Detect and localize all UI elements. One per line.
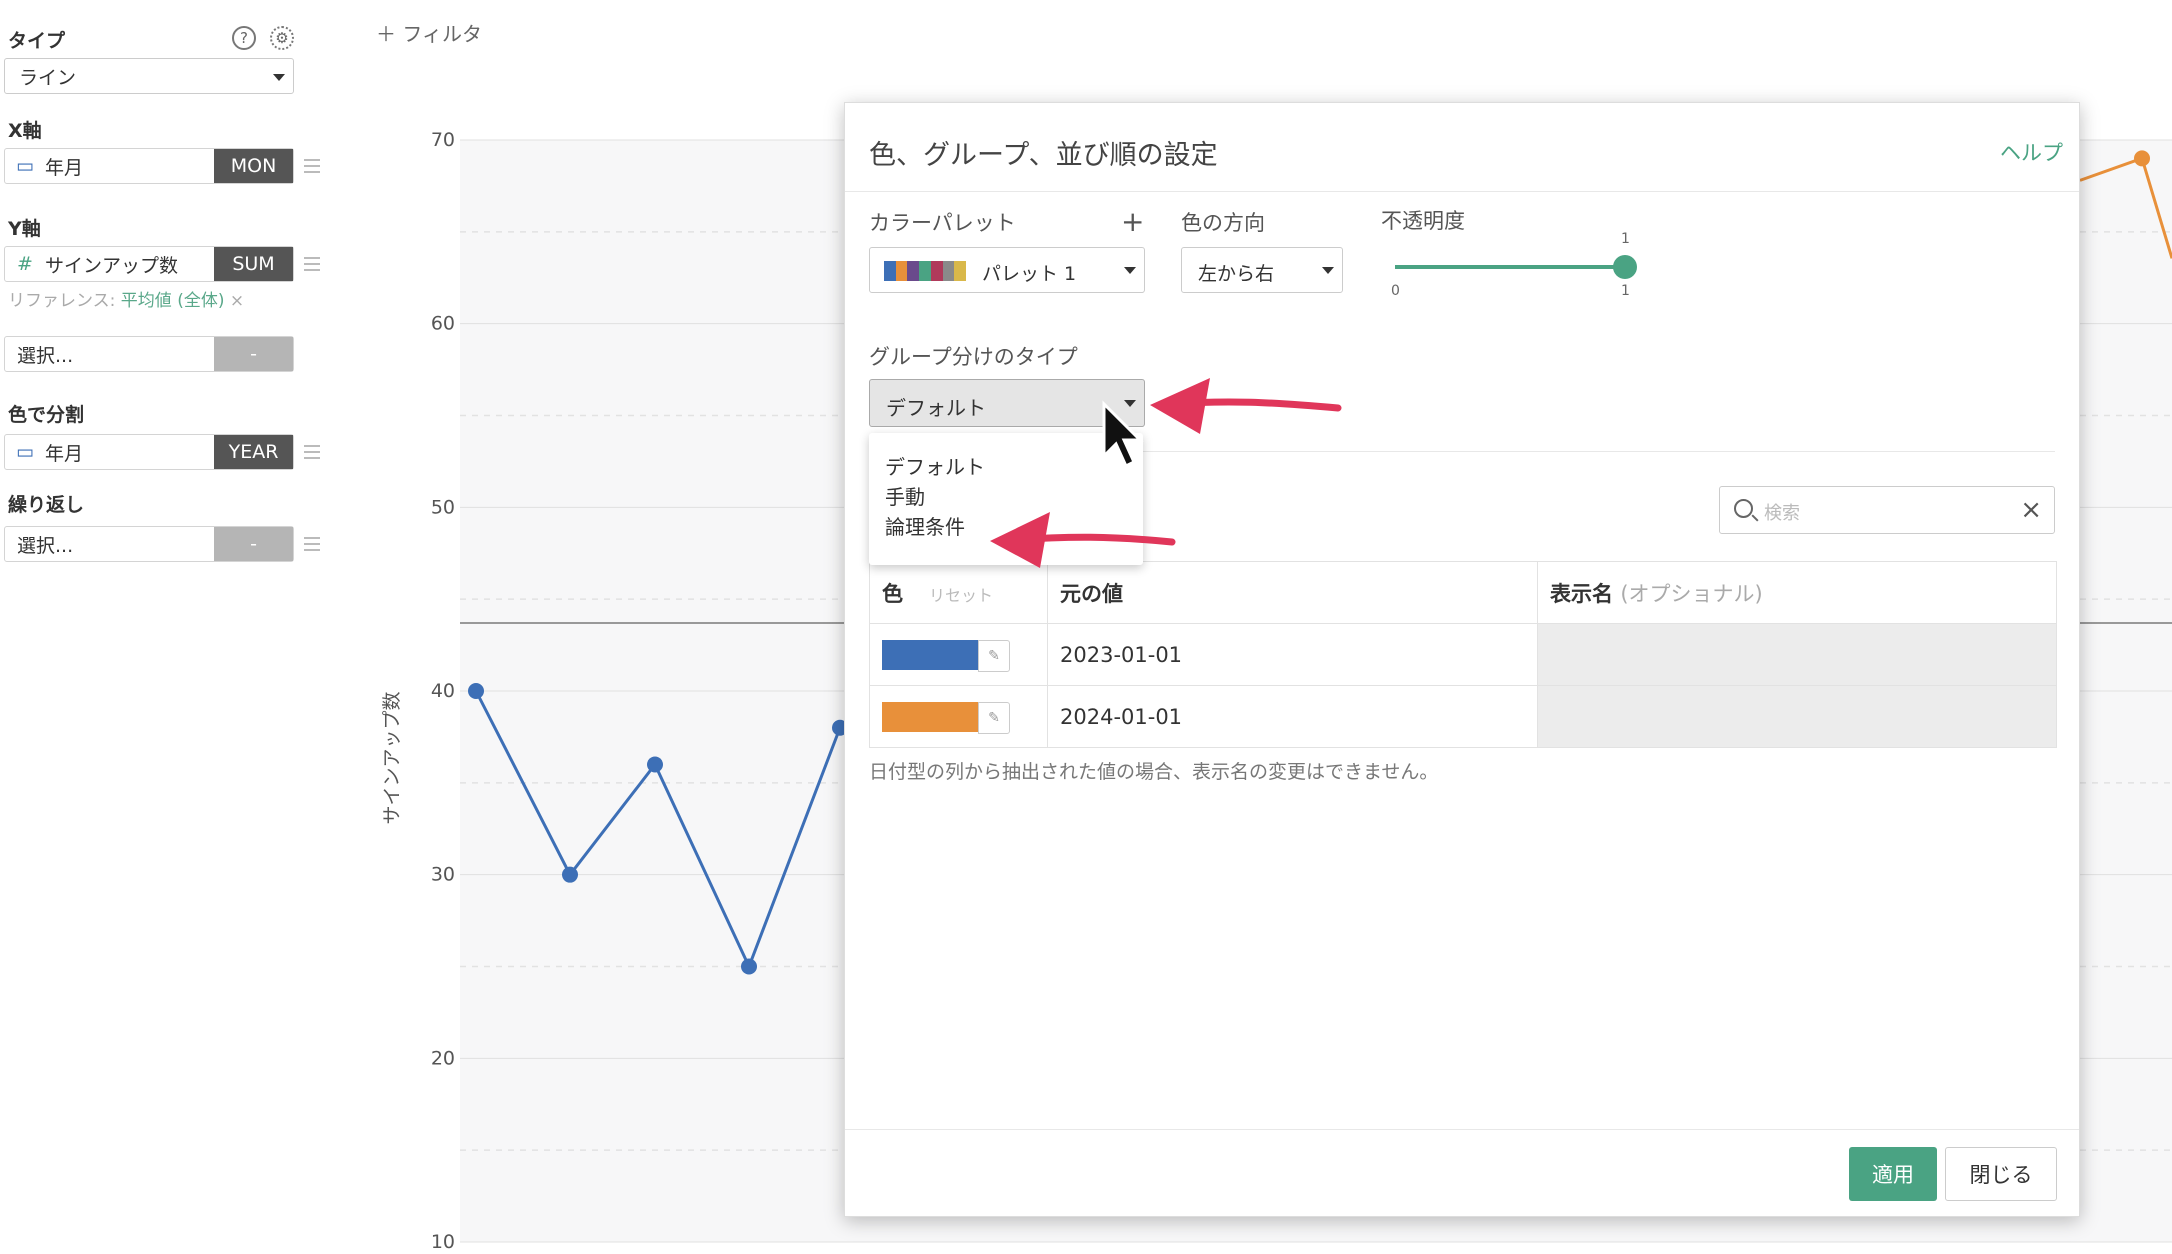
display-name-cell [1537, 623, 2057, 686]
original-value-column-header: 元の値 [1047, 561, 1538, 624]
search-field[interactable]: 検索 × [1719, 486, 2055, 534]
palette-swatch [954, 261, 967, 281]
color-column-header: 色 リセット [869, 561, 1048, 624]
display-name-optional: (オプショナル) [1620, 581, 1763, 606]
palette-swatch [895, 261, 908, 281]
group-type-dropdown-menu: デフォルト 手動 論理条件 [869, 433, 1143, 565]
search-placeholder: 検索 [1764, 503, 1800, 524]
search-icon [1734, 499, 1753, 518]
color-column-label: 色 [882, 581, 903, 606]
color-swatch-button[interactable] [882, 702, 978, 732]
opacity-max-tick: 1 [1621, 283, 1630, 299]
group-type-value: デフォルト [886, 396, 986, 420]
color-cell: ✎ [869, 623, 1048, 686]
display-name-cell [1537, 685, 2057, 748]
y-tick-label: 30 [431, 864, 455, 886]
palette-select[interactable]: パレット 1 [869, 247, 1145, 293]
display-name-label: 表示名 [1550, 581, 1613, 606]
chevron-down-icon [1322, 267, 1334, 274]
palette-swatch [930, 261, 943, 281]
palette-swatch [884, 261, 896, 281]
palette-swatch [907, 261, 920, 281]
y-axis-label: サインアップ数 [381, 691, 403, 824]
original-value-cell: 2023-01-01 [1047, 623, 1538, 686]
y-tick-label: 60 [431, 313, 455, 335]
y-tick-label: 20 [431, 1047, 455, 1069]
color-direction-value: 左から右 [1198, 263, 1275, 285]
y-tick-label: 40 [431, 680, 455, 702]
color-swatch-button[interactable] [882, 640, 978, 670]
chevron-down-icon [1124, 267, 1136, 274]
chevron-down-icon [1124, 400, 1136, 407]
y-tick-label: 10 [431, 1231, 455, 1253]
original-value-cell: 2024-01-01 [1047, 685, 1538, 748]
opacity-current-value: 1 [1621, 231, 1630, 247]
data-point [562, 866, 578, 883]
display-name-column-header: 表示名 (オプショナル) [1537, 561, 2057, 624]
palette-swatch [942, 261, 955, 281]
data-point [647, 756, 663, 773]
data-point [468, 683, 484, 699]
color-cell: ✎ [869, 685, 1048, 748]
group-type-label: グループ分けのタイプ [869, 345, 1078, 369]
color-direction-label: 色の方向 [1181, 211, 1265, 235]
palette-swatch [919, 261, 931, 281]
help-link[interactable]: ヘルプ [2000, 137, 2063, 167]
table-row: ✎ 2024-01-01 [869, 685, 2057, 748]
y-tick-label: 50 [431, 496, 455, 518]
opacity-slider-handle[interactable] [1613, 255, 1637, 279]
color-picker-icon[interactable]: ✎ [978, 640, 1010, 672]
opacity-min-tick: 0 [1391, 283, 1400, 299]
dropdown-option-logical-condition[interactable]: 論理条件 [885, 511, 965, 540]
clear-search-icon[interactable]: × [2020, 495, 2042, 525]
footer-divider [845, 1129, 2079, 1130]
color-picker-icon[interactable]: ✎ [978, 702, 1010, 734]
reset-colors-link[interactable]: リセット [929, 586, 993, 605]
group-color-table: 色 リセット 元の値 表示名 (オプショナル) ✎ 2023-01-01 ✎ 20… [869, 561, 2057, 748]
table-header-row: 色 リセット 元の値 表示名 (オプショナル) [869, 561, 2057, 624]
palette-label: カラーパレット [869, 211, 1016, 235]
group-type-select[interactable]: デフォルト [869, 379, 1145, 427]
opacity-slider-track[interactable] [1395, 265, 1625, 269]
dropdown-option-default[interactable]: デフォルト [885, 451, 985, 480]
data-point [741, 958, 757, 975]
dropdown-option-manual[interactable]: 手動 [885, 481, 925, 510]
apply-button[interactable]: 適用 [1849, 1147, 1937, 1201]
date-column-note: 日付型の列から抽出された値の場合、表示名の変更はできません。 [869, 761, 1439, 783]
header-divider [845, 191, 2079, 192]
add-palette-button[interactable]: + [1121, 205, 1144, 238]
close-button[interactable]: 閉じる [1945, 1147, 2057, 1201]
opacity-label: 不透明度 [1381, 209, 1465, 233]
palette-swatch-preview [884, 261, 967, 281]
y-tick-label: 70 [431, 129, 455, 151]
color-group-order-settings-dialog: 色、グループ、並び順の設定 ヘルプ カラーパレット + パレット 1 色の方向 … [844, 102, 2080, 1217]
dialog-title: 色、グループ、並び順の設定 [869, 140, 1218, 171]
data-point-2024 [2134, 150, 2150, 167]
palette-value: パレット 1 [982, 263, 1077, 285]
color-direction-select[interactable]: 左から右 [1181, 247, 1343, 293]
table-row: ✎ 2023-01-01 [869, 623, 2057, 686]
